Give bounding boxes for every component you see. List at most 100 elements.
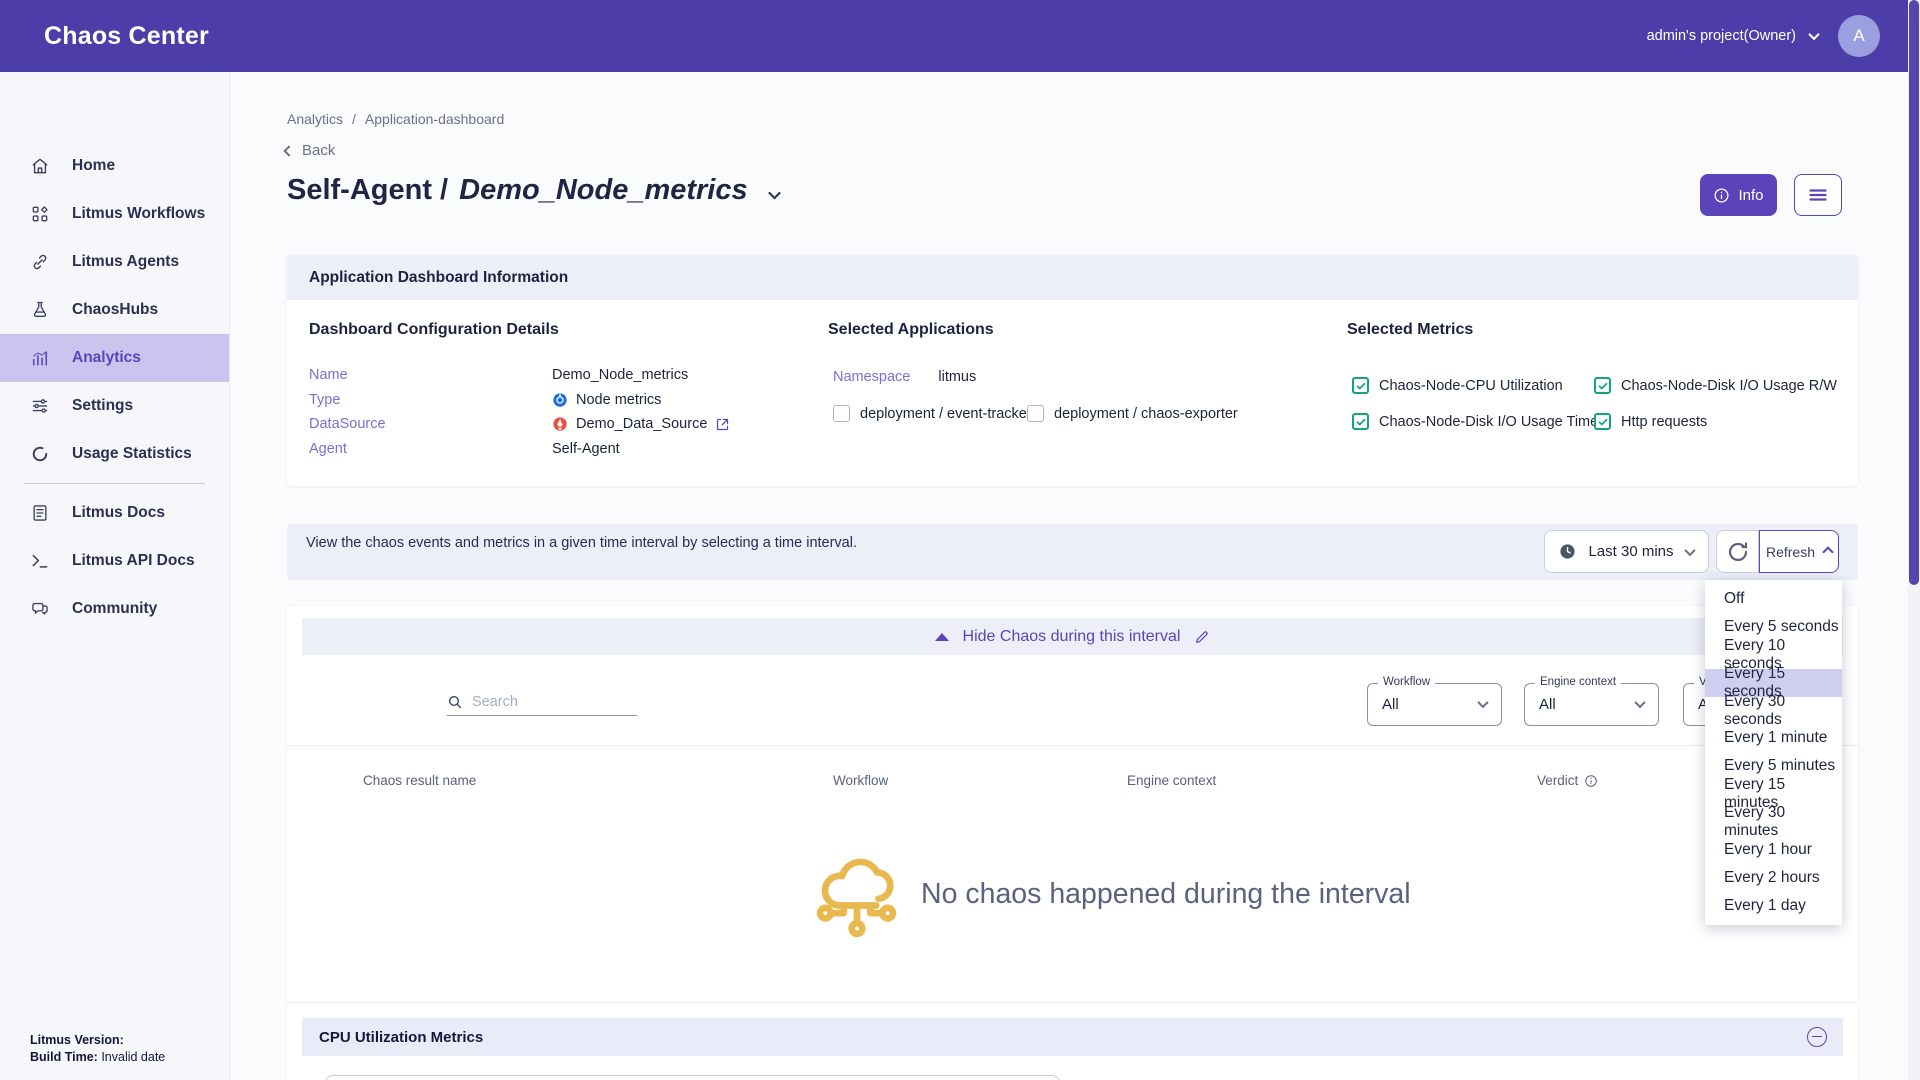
namespace-value: litmus: [938, 369, 976, 385]
checkbox-label: Chaos-Node-Disk I/O Usage R/W: [1621, 378, 1837, 394]
table-divider: [287, 745, 1858, 746]
bar-chart-icon: [30, 348, 50, 368]
dashboard-info-title: Application Dashboard Information: [309, 269, 568, 287]
type-label: Type: [309, 392, 552, 408]
chat-bubbles-icon: [30, 599, 50, 619]
usage-circle-icon: [30, 444, 50, 464]
info-button[interactable]: Info: [1700, 174, 1777, 216]
avatar[interactable]: A: [1838, 15, 1880, 57]
namespace-label: Namespace: [833, 369, 910, 385]
search-icon: [447, 694, 463, 710]
engine-context-filter-value: All: [1539, 696, 1556, 713]
hamburger-icon: [1806, 183, 1830, 207]
header-right: admin's project(Owner) A: [1647, 15, 1880, 57]
sidebar-divider: [24, 483, 205, 484]
hide-chaos-toggle[interactable]: Hide Chaos during this interval: [302, 618, 1843, 655]
metric-checkbox-row: Chaos-Node-CPU Utilization: [1352, 377, 1563, 394]
triangle-up-icon: [935, 633, 949, 641]
cpu-utilization-panel: CPU Utilization Metrics: [287, 1003, 1858, 1080]
type-value: Node metrics: [576, 392, 661, 408]
hide-chaos-label: Hide Chaos during this interval: [963, 628, 1181, 646]
time-range-dropdown[interactable]: Last 30 mins: [1544, 530, 1709, 573]
checkbox-label: Chaos-Node-Disk I/O Usage Times: [1379, 414, 1605, 430]
checkbox-disk-io-rw[interactable]: [1594, 377, 1611, 394]
menu-item-every-30-seconds[interactable]: Every 30 seconds: [1705, 697, 1842, 725]
sidebar-item-label: ChaosHubs: [72, 301, 158, 319]
page-title: Self-Agent / Demo_Node_metrics: [287, 174, 779, 207]
chevron-down-icon: [1684, 544, 1695, 555]
chaos-events-panel: Hide Chaos during this interval Workflow…: [287, 606, 1858, 1002]
interval-description: View the chaos events and metrics in a g…: [306, 534, 861, 553]
build-time-value: Invalid date: [101, 1050, 165, 1064]
external-link-icon[interactable]: [715, 417, 730, 432]
home-icon: [30, 156, 50, 176]
search-input[interactable]: [472, 694, 622, 710]
workflow-filter-value: All: [1382, 696, 1399, 713]
sidebar-item-community[interactable]: Community: [0, 585, 229, 633]
verdict-info-icon[interactable]: [1584, 774, 1598, 788]
sidebar-item-settings[interactable]: Settings: [0, 382, 229, 430]
sliders-icon: [30, 396, 50, 416]
sidebar-item-home[interactable]: Home: [0, 142, 229, 190]
column-header-engine-context: Engine context: [1127, 773, 1216, 788]
workflow-filter-label: Workflow: [1378, 676, 1435, 688]
refresh-interval-dropdown[interactable]: Refresh: [1759, 530, 1839, 573]
sidebar-item-litmus-api-docs[interactable]: Litmus API Docs: [0, 537, 229, 585]
checkbox-cpu-utilization[interactable]: [1352, 377, 1369, 394]
dashboard-options-button[interactable]: [1794, 174, 1842, 216]
chaos-center-app: Chaos Center admin's project(Owner) A Ho…: [0, 0, 1920, 1080]
application-checkbox-row: deployment / event-tracker: [833, 405, 1032, 422]
menu-item-off[interactable]: Off: [1705, 585, 1842, 613]
sidebar-item-litmus-workflows[interactable]: Litmus Workflows: [0, 190, 229, 238]
empty-state: No chaos happened during the interval: [811, 846, 1411, 942]
collapse-minus-icon[interactable]: [1807, 1027, 1827, 1047]
sidebar-item-label: Usage Statistics: [72, 445, 192, 463]
pencil-icon[interactable]: [1194, 629, 1210, 645]
checkbox-disk-io-times[interactable]: [1352, 413, 1369, 430]
sidebar-item-label: Litmus Agents: [72, 253, 179, 271]
menu-item-every-2-hours[interactable]: Every 2 hours: [1705, 864, 1842, 892]
menu-item-every-1-hour[interactable]: Every 1 hour: [1705, 836, 1842, 864]
chevron-up-icon: [1822, 546, 1833, 557]
refresh-now-button[interactable]: [1716, 530, 1759, 573]
verdict-header-label: Verdict: [1537, 773, 1578, 788]
sidebar-item-litmus-docs[interactable]: Litmus Docs: [0, 489, 229, 537]
checkbox-label: Chaos-Node-CPU Utilization: [1379, 378, 1563, 394]
sidebar-item-analytics[interactable]: Analytics: [0, 334, 229, 382]
chevron-left-icon: [283, 145, 294, 156]
flask-icon: [30, 300, 50, 320]
engine-context-filter[interactable]: Engine context All: [1524, 683, 1659, 726]
checkbox-label: deployment / chaos-exporter: [1054, 406, 1238, 422]
checkbox-label: deployment / event-tracker: [860, 406, 1032, 422]
dashboard-info-header: Application Dashboard Information: [287, 255, 1858, 300]
checkbox-http-requests[interactable]: [1594, 413, 1611, 430]
chaos-cloud-icon: [811, 846, 903, 942]
breadcrumb: Analytics / Application-dashboard: [287, 111, 504, 127]
prometheus-icon: [552, 416, 568, 432]
metric-checkbox-row: Chaos-Node-Disk I/O Usage R/W: [1594, 377, 1837, 394]
config-row-name: Name Demo_Node_metrics: [309, 367, 688, 383]
menu-item-every-1-minute[interactable]: Every 1 minute: [1705, 724, 1842, 752]
menu-item-every-1-day[interactable]: Every 1 day: [1705, 892, 1842, 920]
title-chevron-down-icon[interactable]: [770, 174, 779, 207]
sidebar-item-litmus-agents[interactable]: Litmus Agents: [0, 238, 229, 286]
sidebar-item-label: Analytics: [72, 349, 141, 367]
sidebar-item-usage-statistics[interactable]: Usage Statistics: [0, 430, 229, 478]
app-title: Chaos Center: [44, 22, 209, 51]
back-button[interactable]: Back: [285, 142, 335, 159]
checkbox-chaos-exporter[interactable]: [1027, 405, 1044, 422]
datasource-value: Demo_Data_Source: [576, 416, 707, 432]
workflow-filter[interactable]: Workflow All: [1367, 683, 1502, 726]
scrollbar-thumb[interactable]: [1909, 0, 1919, 585]
node-metrics-icon: [552, 392, 568, 408]
name-value: Demo_Node_metrics: [552, 367, 688, 383]
checkbox-event-tracker[interactable]: [833, 405, 850, 422]
breadcrumb-application-dashboard[interactable]: Application-dashboard: [365, 111, 504, 127]
config-row-agent: Agent Self-Agent: [309, 441, 620, 457]
refresh-button-label: Refresh: [1766, 544, 1815, 560]
sidebar-item-chaoshubs[interactable]: ChaosHubs: [0, 286, 229, 334]
breadcrumb-analytics[interactable]: Analytics: [287, 111, 343, 127]
project-switcher[interactable]: admin's project(Owner): [1647, 28, 1818, 44]
top-header: Chaos Center admin's project(Owner) A: [0, 0, 1920, 72]
menu-item-every-30-minutes[interactable]: Every 30 minutes: [1705, 808, 1842, 836]
